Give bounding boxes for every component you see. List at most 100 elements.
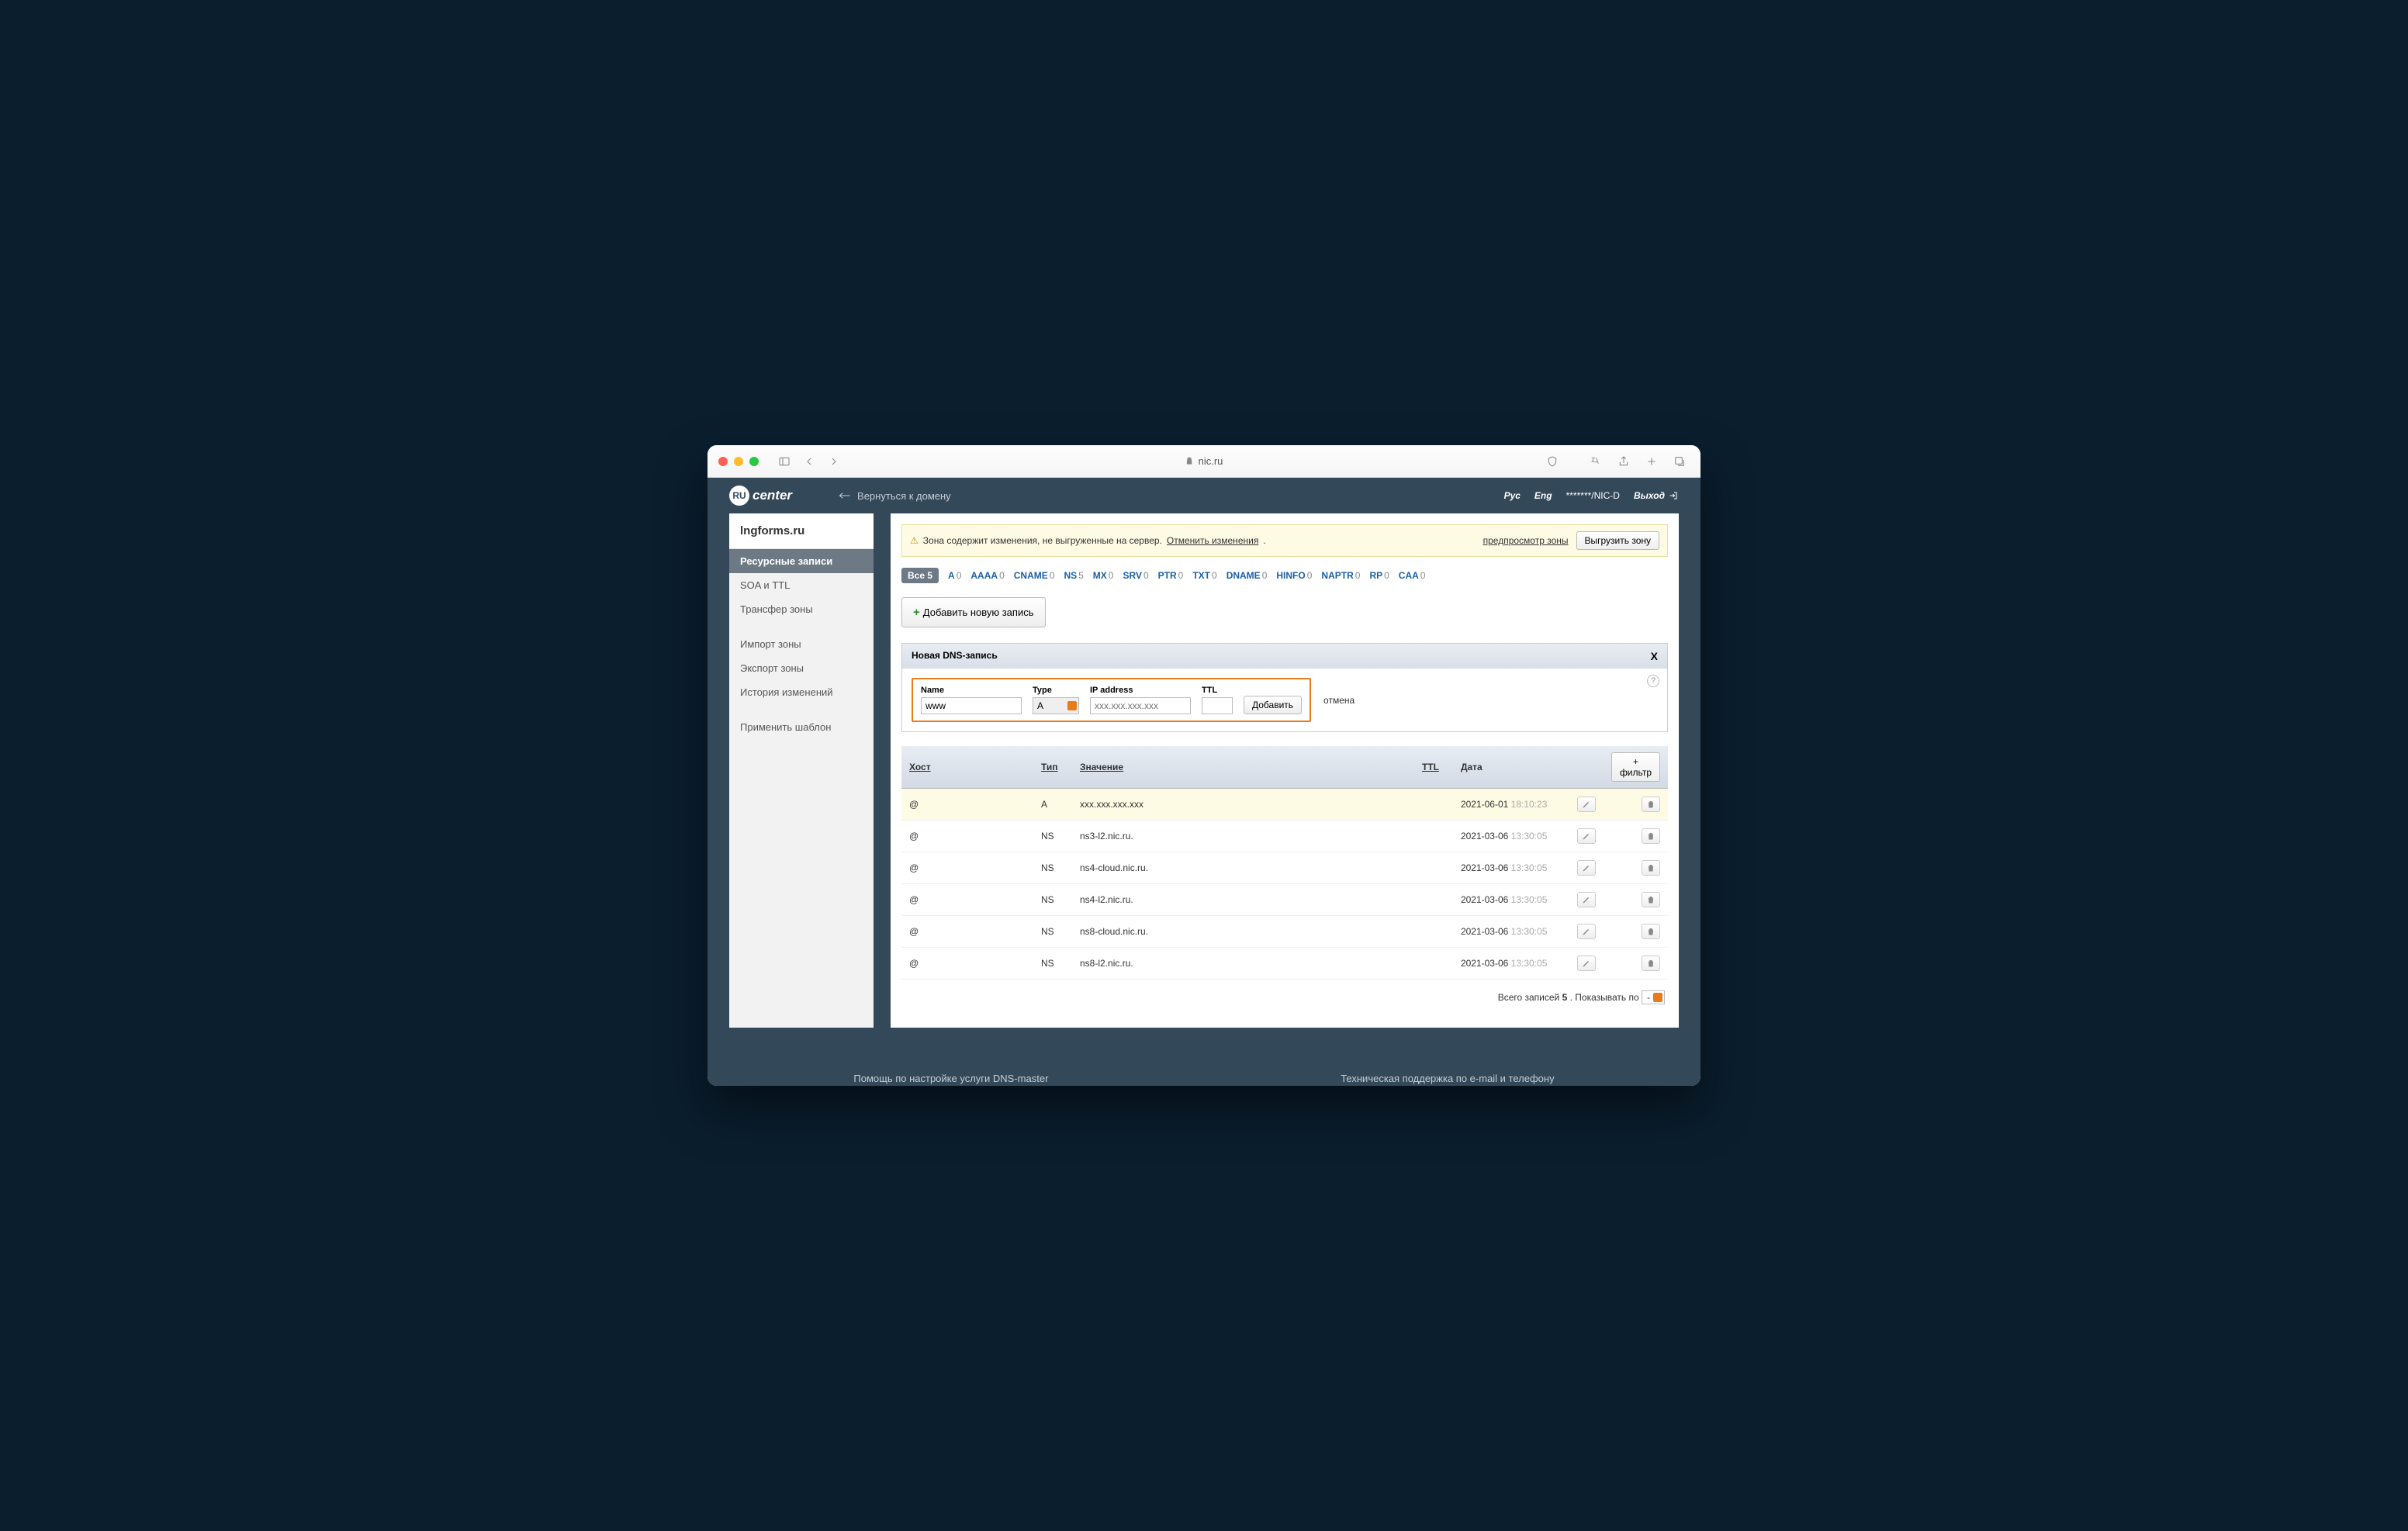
footer-links: Помощь по настройке услуги DNS-master Те…: [708, 1059, 1700, 1086]
delete-icon[interactable]: [1642, 828, 1660, 844]
ttl-input[interactable]: [1202, 697, 1233, 714]
alert-text: Зона содержит изменения, не выгруженные …: [923, 535, 1162, 546]
warning-icon: ⚠: [910, 535, 919, 546]
delete-icon[interactable]: [1642, 860, 1660, 876]
edit-icon[interactable]: [1577, 924, 1596, 939]
new-tab-icon[interactable]: [1642, 451, 1662, 472]
logo-badge: RU: [729, 486, 749, 506]
sidebar-toggle-icon[interactable]: [774, 451, 794, 472]
col-value[interactable]: Значение: [1080, 762, 1123, 772]
table-row: @Axxx.xxx.xxx.xxx2021-06-01 18:10:23: [901, 789, 1668, 821]
unsaved-changes-alert: ⚠ Зона содержит изменения, не выгруженны…: [901, 524, 1668, 557]
plus-icon: +: [913, 606, 920, 619]
browser-window: nic.ru RU center Вернуться к домену Рус …: [708, 445, 1700, 1086]
delete-icon[interactable]: [1642, 956, 1660, 971]
filter-dname[interactable]: DNAME0: [1226, 570, 1268, 581]
sidebar-item[interactable]: Ресурсные записи: [729, 549, 874, 573]
filter-cname[interactable]: CNAME0: [1014, 570, 1055, 581]
main-panel: ⚠ Зона содержит изменения, не выгруженны…: [891, 513, 1679, 1028]
ttl-label: TTL: [1202, 686, 1233, 695]
lang-en-link[interactable]: Eng: [1534, 490, 1552, 501]
filter-all[interactable]: Все 5: [901, 568, 939, 583]
filter-rp[interactable]: RP0: [1369, 570, 1389, 581]
ip-label: IP address: [1090, 686, 1191, 695]
edit-icon[interactable]: [1577, 956, 1596, 971]
delete-icon[interactable]: [1642, 797, 1660, 812]
account-link[interactable]: *******/NIC-D: [1566, 490, 1620, 501]
filter-caa[interactable]: CAA0: [1399, 570, 1426, 581]
lang-ru-link[interactable]: Рус: [1504, 490, 1521, 501]
url-text: nic.ru: [1199, 455, 1223, 467]
sidebar-item[interactable]: Импорт зоны: [729, 632, 874, 656]
forward-icon[interactable]: [824, 451, 844, 472]
filter-aaaa[interactable]: AAAA0: [970, 570, 1004, 581]
back-icon[interactable]: [799, 451, 819, 472]
shield-icon[interactable]: [1542, 451, 1562, 472]
address-bar[interactable]: nic.ru: [1185, 455, 1223, 467]
page-size-select[interactable]: -: [1642, 990, 1665, 1004]
sidebar: lngforms.ru Ресурсные записиSOA и TTLТра…: [729, 513, 874, 1028]
table-row: @NSns4-l2.nic.ru.2021-03-06 13:30:05: [901, 884, 1668, 916]
filter-naptr[interactable]: NAPTR0: [1321, 570, 1360, 581]
tabs-icon[interactable]: [1669, 451, 1690, 472]
minimize-window-icon[interactable]: [734, 457, 743, 466]
site-header: RU center Вернуться к домену Рус Eng ***…: [708, 478, 1700, 513]
new-record-panel: Новая DNS-запись X ? Name: [901, 643, 1668, 732]
edit-icon[interactable]: [1577, 828, 1596, 844]
preview-zone-link[interactable]: предпросмотр зоны: [1483, 535, 1569, 546]
col-type[interactable]: Тип: [1041, 762, 1058, 772]
filter-srv[interactable]: SRV0: [1123, 570, 1148, 581]
records-table: Хост Тип Значение TTL Дата + фильтр @Axx…: [901, 746, 1668, 980]
filter-mx[interactable]: MX0: [1093, 570, 1114, 581]
filter-ns[interactable]: NS5: [1064, 570, 1083, 581]
type-label: Type: [1033, 686, 1079, 695]
filter-ptr[interactable]: PTR0: [1158, 570, 1184, 581]
share-icon[interactable]: [1614, 451, 1634, 472]
col-date: Дата: [1461, 762, 1483, 772]
type-select[interactable]: A: [1033, 697, 1079, 714]
close-window-icon[interactable]: [718, 457, 728, 466]
edit-icon[interactable]: [1577, 797, 1596, 812]
submit-record-button[interactable]: Добавить: [1244, 696, 1302, 714]
support-link[interactable]: Техническая поддержка по e-mail и телефо…: [1341, 1073, 1554, 1084]
sidebar-item[interactable]: Экспорт зоны: [729, 656, 874, 680]
name-input[interactable]: [921, 697, 1022, 714]
ip-input[interactable]: [1090, 697, 1191, 714]
page-content: RU center Вернуться к домену Рус Eng ***…: [708, 478, 1700, 1086]
logo[interactable]: RU center: [729, 486, 792, 506]
filter-txt[interactable]: TXT0: [1192, 570, 1216, 581]
publish-zone-button[interactable]: Выгрузить зону: [1576, 531, 1660, 550]
browser-titlebar: nic.ru: [708, 445, 1700, 478]
delete-icon[interactable]: [1642, 924, 1660, 939]
close-icon[interactable]: X: [1651, 650, 1658, 662]
new-record-form: Name Type A IP address: [912, 678, 1311, 722]
add-filter-button[interactable]: + фильтр: [1611, 752, 1660, 782]
help-icon[interactable]: ?: [1647, 675, 1659, 687]
logout-icon: [1668, 491, 1679, 500]
sidebar-item[interactable]: Применить шаблон: [729, 715, 874, 739]
table-row: @NSns8-cloud.nic.ru.2021-03-06 13:30:05: [901, 916, 1668, 948]
col-host[interactable]: Хост: [909, 762, 931, 772]
sidebar-domain-title: lngforms.ru: [729, 513, 874, 549]
sidebar-item[interactable]: История изменений: [729, 680, 874, 704]
delete-icon[interactable]: [1642, 892, 1660, 907]
record-type-filters: Все 5 A0 AAAA0 CNAME0 NS5 MX0 SRV0 PTR0 TXT0 DNAM…: [901, 568, 1668, 583]
back-to-domain-link[interactable]: Вернуться к домену: [839, 490, 951, 502]
translate-icon[interactable]: [1586, 451, 1606, 472]
table-row: @NSns4-cloud.nic.ru.2021-03-06 13:30:05: [901, 852, 1668, 884]
edit-icon[interactable]: [1577, 892, 1596, 907]
maximize-window-icon[interactable]: [749, 457, 759, 466]
filter-hinfo[interactable]: HINFO0: [1276, 570, 1312, 581]
sidebar-item[interactable]: Трансфер зоны: [729, 597, 874, 621]
name-label: Name: [921, 686, 1022, 695]
filter-a[interactable]: A0: [948, 570, 961, 581]
lock-icon: [1185, 457, 1194, 465]
undo-changes-link[interactable]: Отменить изменения: [1167, 535, 1258, 546]
cancel-link[interactable]: отмена: [1323, 695, 1354, 706]
help-link[interactable]: Помощь по настройке услуги DNS-master: [853, 1073, 1048, 1084]
logout-link[interactable]: Выход: [1634, 490, 1679, 501]
sidebar-item[interactable]: SOA и TTL: [729, 573, 874, 597]
edit-icon[interactable]: [1577, 860, 1596, 876]
col-ttl[interactable]: TTL: [1422, 762, 1439, 772]
add-record-button[interactable]: + Добавить новую запись: [901, 597, 1046, 627]
